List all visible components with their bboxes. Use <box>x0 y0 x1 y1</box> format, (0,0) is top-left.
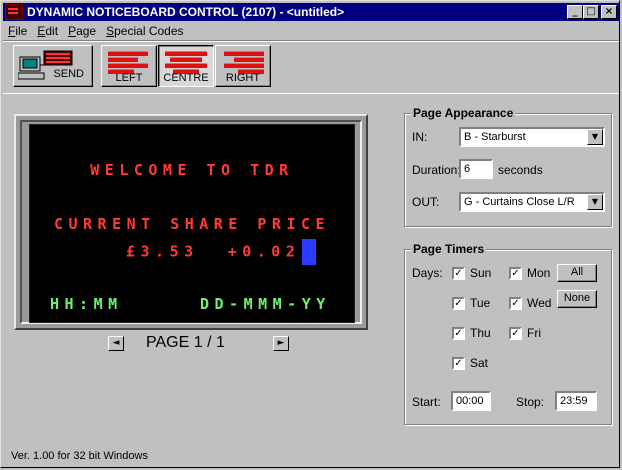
out-effect-select[interactable]: G - Curtains Close L/R ▼ <box>459 192 605 212</box>
start-label: Start: <box>412 395 441 409</box>
menu-page[interactable]: Page <box>63 24 101 38</box>
all-days-button[interactable]: All <box>557 264 597 282</box>
thu-checkbox[interactable]: ✓ <box>452 327 465 340</box>
wed-label: Wed <box>527 296 552 310</box>
page-indicator: PAGE 1 / 1 <box>146 334 225 351</box>
fri-label: Fri <box>527 326 541 340</box>
prev-page-button[interactable]: ◄ <box>108 335 124 351</box>
page-timers-group: Page Timers Days: ✓ Sun ✓ Mon All ✓ Tue … <box>404 242 612 425</box>
display-line-3: £3.53 +0.02 <box>126 239 317 265</box>
chevron-down-icon[interactable]: ▼ <box>587 194 603 210</box>
wed-checkbox[interactable]: ✓ <box>509 297 522 310</box>
align-left-label: LEFT <box>115 72 143 84</box>
close-button[interactable]: × <box>601 5 617 19</box>
align-right-icon <box>216 51 270 74</box>
send-label: SEND <box>53 68 84 80</box>
no-days-button[interactable]: None <box>557 290 597 308</box>
align-centre-button[interactable]: CENTRE <box>158 45 214 87</box>
out-effect-value: G - Curtains Close L/R <box>464 196 575 208</box>
menu-page-rest: age <box>76 24 97 38</box>
sat-checkbox[interactable]: ✓ <box>452 357 465 370</box>
page-appearance-title: Page Appearance <box>411 106 516 120</box>
menu-file-rest: ile <box>15 24 28 38</box>
out-label: OUT: <box>412 195 440 209</box>
menu-special-codes[interactable]: Special Codes <box>101 24 188 38</box>
text-cursor <box>302 239 317 265</box>
stop-label: Stop: <box>516 395 545 409</box>
time-placeholder: HH:MM <box>50 295 123 313</box>
chevron-down-icon[interactable]: ▼ <box>587 129 603 145</box>
fri-checkbox[interactable]: ✓ <box>509 327 522 340</box>
mon-label: Mon <box>527 266 551 280</box>
align-left-icon <box>102 51 156 74</box>
page-navigator: ◄ PAGE 1 / 1 ► <box>108 334 289 352</box>
minimize-button[interactable]: _ <box>567 5 583 19</box>
menu-edit-rest: dit <box>45 24 59 38</box>
in-effect-value: B - Starburst <box>464 131 526 143</box>
main-window: DYNAMIC NOTICEBOARD CONTROL (2107) - <un… <box>0 0 620 468</box>
app-icon <box>5 4 23 20</box>
duration-input[interactable]: 6 <box>459 159 493 179</box>
window-controls: _ □ × <box>567 5 617 19</box>
share-price-text: £3.53 +0.02 <box>126 242 301 261</box>
stop-time-input[interactable]: 23:59 <box>555 391 597 411</box>
menu-file[interactable]: File <box>3 24 32 38</box>
menu-special-codes-accel: S <box>106 24 115 38</box>
align-centre-icon <box>159 51 213 74</box>
next-page-button[interactable]: ► <box>273 335 289 351</box>
menu-bar: File Edit Page Special Codes <box>3 22 619 40</box>
align-left-button[interactable]: LEFT <box>101 45 157 87</box>
menu-page-accel: P <box>68 24 77 38</box>
align-centre-label: CENTRE <box>163 72 209 84</box>
maximize-button[interactable]: □ <box>583 5 599 19</box>
sat-label: Sat <box>470 356 489 370</box>
menu-edit[interactable]: Edit <box>32 24 63 38</box>
page-timers-title: Page Timers <box>411 242 487 256</box>
send-button[interactable]: SEND <box>13 45 93 87</box>
duration-unit: seconds <box>498 163 543 177</box>
noticeboard-display[interactable]: WELCOME TO TDR CURRENT SHARE PRICE £3.53… <box>29 124 355 323</box>
start-time-input[interactable]: 00:00 <box>451 391 491 411</box>
align-right-button[interactable]: RIGHT <box>215 45 271 87</box>
in-effect-select[interactable]: B - Starburst ▼ <box>459 127 605 147</box>
display-line-1: WELCOME TO TDR <box>90 161 294 179</box>
title-bar[interactable]: DYNAMIC NOTICEBOARD CONTROL (2107) - <un… <box>3 3 619 21</box>
align-right-label: RIGHT <box>225 72 261 84</box>
in-label: IN: <box>412 130 428 144</box>
duration-label: Duration: <box>412 163 461 177</box>
display-line-2: CURRENT SHARE PRICE <box>53 215 331 233</box>
mon-checkbox[interactable]: ✓ <box>509 267 522 280</box>
sun-checkbox[interactable]: ✓ <box>452 267 465 280</box>
noticeboard-preview-frame: WELCOME TO TDR CURRENT SHARE PRICE £3.53… <box>14 114 368 330</box>
window-title: DYNAMIC NOTICEBOARD CONTROL (2107) - <un… <box>27 5 345 19</box>
sun-label: Sun <box>470 266 492 280</box>
thu-label: Thu <box>470 326 491 340</box>
page-appearance-group: Page Appearance IN: B - Starburst ▼ Dura… <box>404 106 612 227</box>
status-text: Ver. 1.00 for 32 bit Windows <box>11 450 148 462</box>
date-placeholder: DD-MMM-YY <box>200 295 331 313</box>
days-label: Days: <box>412 266 443 280</box>
toolbar: SEND LEFT CENTRE RIGHT <box>3 40 619 94</box>
menu-special-codes-rest: pecial Codes <box>114 24 184 38</box>
tue-label: Tue <box>470 296 491 310</box>
tue-checkbox[interactable]: ✓ <box>452 297 465 310</box>
